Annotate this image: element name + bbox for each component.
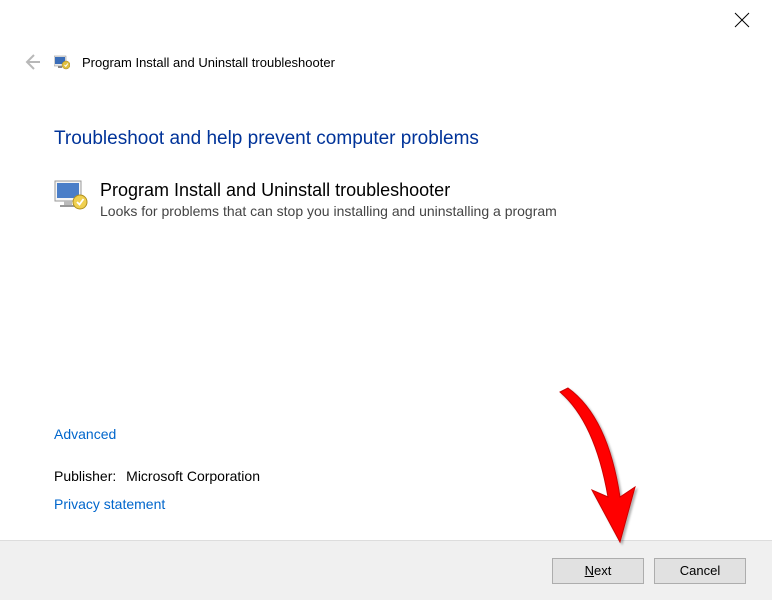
app-title: Program Install and Uninstall troublesho… [82,55,335,70]
title-bar [0,0,772,44]
publisher-value: Microsoft Corporation [126,468,260,484]
close-button[interactable] [734,12,752,30]
privacy-statement-link[interactable]: Privacy statement [54,496,260,512]
headline: Troubleshoot and help prevent computer p… [54,128,732,150]
footer-links: Advanced Publisher: Microsoft Corporatio… [54,426,260,512]
publisher-label: Publisher: [54,468,116,484]
next-button[interactable]: Next [552,558,644,584]
section-description: Looks for problems that can stop you ins… [100,203,557,219]
annotation-arrow-icon [540,382,670,552]
button-bar: Next Cancel [0,540,772,600]
content-area: Troubleshoot and help prevent computer p… [0,72,772,219]
advanced-link[interactable]: Advanced [54,426,260,442]
back-button[interactable] [22,52,42,72]
header-row: Program Install and Uninstall troublesho… [0,52,772,72]
troubleshooter-section: Program Install and Uninstall troublesho… [54,180,732,219]
cancel-button[interactable]: Cancel [654,558,746,584]
publisher-row: Publisher: Microsoft Corporation [54,468,260,484]
troubleshooter-icon [54,180,88,210]
section-title: Program Install and Uninstall troublesho… [100,180,557,201]
troubleshooter-text: Program Install and Uninstall troublesho… [100,180,557,219]
close-icon [734,12,750,28]
back-arrow-icon [22,52,42,72]
app-icon [54,54,70,70]
